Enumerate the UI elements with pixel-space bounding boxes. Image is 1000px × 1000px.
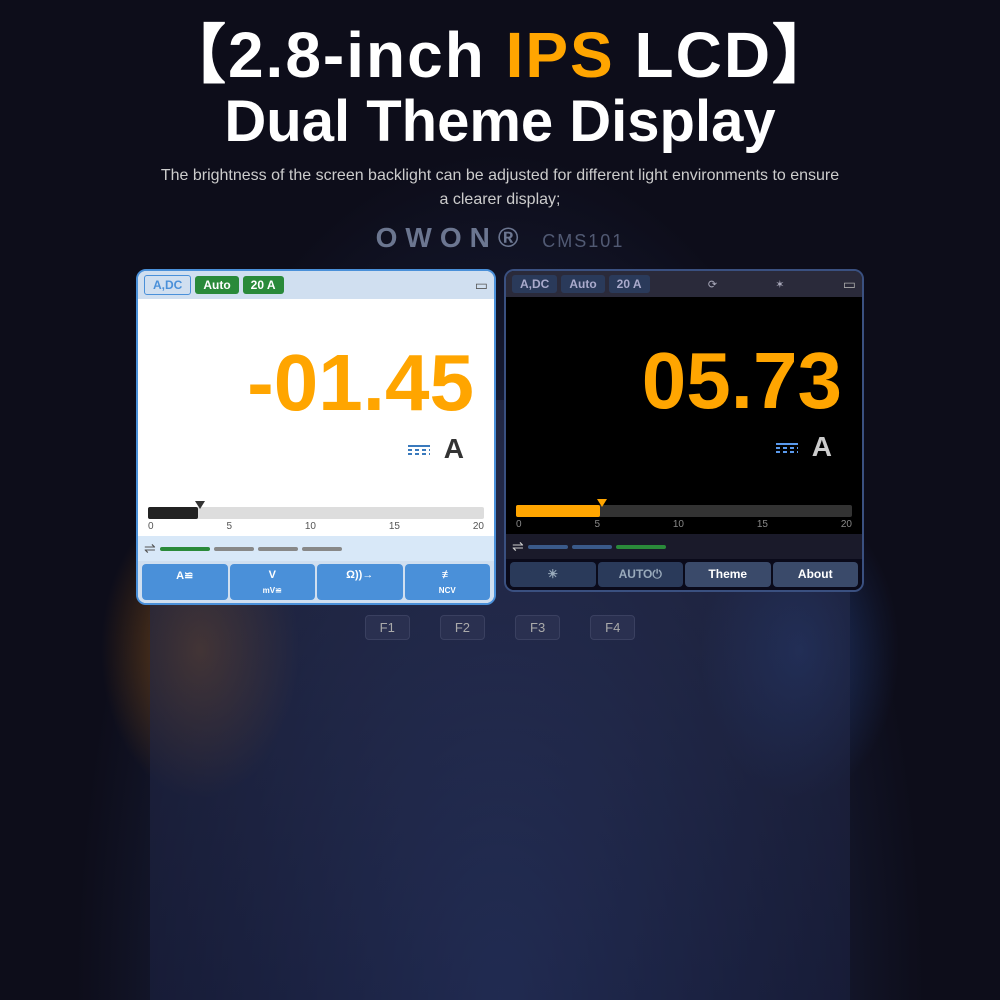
- light-screen-header: A,DC Auto 20 A ▭: [138, 271, 494, 299]
- light-bar-pointer: [195, 501, 205, 509]
- dark-bluetooth-icon: ✶: [775, 278, 784, 291]
- light-unit-letter: A: [444, 433, 464, 465]
- dark-battery-icon: ▭: [843, 276, 856, 293]
- page-subtitle: The brightness of the screen backlight c…: [160, 164, 840, 212]
- dark-screen-display: 05.73 A: [506, 297, 862, 497]
- light-bar-fill: [148, 507, 198, 519]
- header-section: 【2.8-inch IPS LCD】 Dual Theme Display Th…: [0, 0, 1000, 264]
- dark-unit-letter: A: [812, 431, 832, 463]
- bracket-open: 【2.8-inch: [162, 19, 506, 91]
- dark-screen-header: A,DC Auto 20 A ⟳ ✶ ▭: [506, 271, 862, 297]
- light-line-gray3: [302, 547, 342, 551]
- light-line-gray1: [214, 547, 254, 551]
- light-bar-scale: 0 5 10 15 20: [138, 499, 494, 536]
- f3-key[interactable]: F3: [515, 615, 560, 640]
- f1-key[interactable]: F1: [365, 615, 410, 640]
- dark-scroll-icon: ⇌: [512, 538, 524, 555]
- f4-key[interactable]: F4: [590, 615, 635, 640]
- lcd-text: LCD】: [615, 19, 838, 91]
- dark-dc-symbol: [776, 434, 802, 460]
- light-func-buttons: A≌ VmV≌ Ω))→ ≢NCV: [138, 561, 494, 603]
- dark-badge-20a: 20 A: [609, 275, 650, 293]
- light-func-btn-a[interactable]: A≌: [142, 564, 228, 600]
- dark-bar-track: [516, 505, 852, 517]
- dark-sync-icon: ⟳: [708, 278, 717, 291]
- dark-bar-fill: [516, 505, 600, 517]
- light-func-btn-ncv[interactable]: ≢NCV: [405, 564, 491, 600]
- light-unit-row: A: [408, 433, 474, 465]
- dark-btn-brightness[interactable]: ☀: [510, 562, 596, 587]
- light-line-green: [160, 547, 210, 551]
- light-line-gray2: [258, 547, 298, 551]
- light-badge-adc: A,DC: [144, 275, 191, 295]
- ips-text: IPS: [506, 19, 615, 91]
- light-bottom-bar: ⇌: [138, 536, 494, 561]
- dark-unit-row: A: [776, 431, 842, 463]
- dark-func-buttons: ☀ AUTO⏻ Theme About: [506, 559, 862, 590]
- dark-line-green: [616, 545, 666, 549]
- dark-bar-scale: 0 5 10 15 20: [506, 497, 862, 534]
- page-content: 【2.8-inch IPS LCD】 Dual Theme Display Th…: [0, 0, 1000, 1000]
- dark-btn-auto[interactable]: AUTO⏻: [598, 562, 684, 587]
- light-badge-20a: 20 A: [243, 276, 284, 294]
- owon-logo: OWON® CMS101: [40, 222, 960, 254]
- dark-bottom-bar: ⇌: [506, 534, 862, 559]
- dark-scale-numbers: 0 5 10 15 20: [516, 517, 852, 532]
- dark-bottom-lines: [528, 545, 856, 549]
- light-badge-auto: Auto: [195, 276, 238, 294]
- dark-line-blue2: [572, 545, 612, 549]
- light-bar-track: [148, 507, 484, 519]
- light-scroll-icon: ⇌: [144, 540, 156, 557]
- light-screen-display: -01.45 A: [138, 299, 494, 499]
- page-title-line1: 【2.8-inch IPS LCD】: [40, 20, 960, 90]
- dark-line-blue1: [528, 545, 568, 549]
- light-func-btn-v[interactable]: VmV≌: [230, 564, 316, 600]
- light-battery-icon: ▭: [475, 277, 488, 294]
- dark-theme-screen: A,DC Auto 20 A ⟳ ✶ ▭ 05.73: [504, 269, 864, 592]
- function-keys-row: F1 F2 F3 F4: [365, 605, 636, 645]
- owon-brand: OWON: [376, 222, 498, 253]
- dark-badge-auto: Auto: [561, 275, 604, 293]
- owon-model: CMS101: [542, 231, 624, 251]
- light-theme-screen: A,DC Auto 20 A ▭ -01.45 A: [136, 269, 496, 605]
- screens-container: A,DC Auto 20 A ▭ -01.45 A: [106, 269, 894, 605]
- light-func-btn-ohm[interactable]: Ω))→: [317, 564, 403, 600]
- light-scale-numbers: 0 5 10 15 20: [148, 519, 484, 534]
- light-main-value: -01.45: [158, 343, 474, 423]
- dark-badge-adc: A,DC: [512, 275, 557, 293]
- dark-bar-pointer: [597, 499, 607, 507]
- dark-btn-theme[interactable]: Theme: [685, 562, 771, 587]
- f2-key[interactable]: F2: [440, 615, 485, 640]
- page-title-line2: Dual Theme Display: [40, 90, 960, 154]
- light-dc-symbol: [408, 436, 434, 462]
- light-bottom-lines: [160, 547, 488, 551]
- dark-btn-about[interactable]: About: [773, 562, 859, 587]
- dark-main-value: 05.73: [526, 341, 842, 421]
